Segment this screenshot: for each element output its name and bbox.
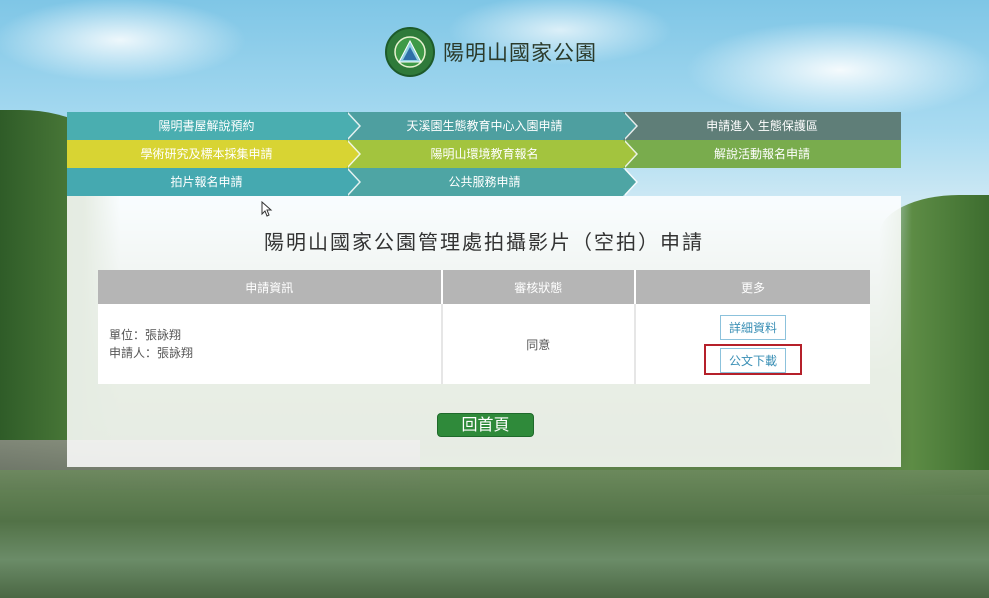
menu-item-environmental-education[interactable]: 陽明山環境教育報名 bbox=[346, 140, 638, 168]
menu-item-public-service[interactable]: 公共服務申請 bbox=[346, 168, 638, 196]
application-table: 申請資訊 審核狀態 更多 單位：張詠翔 申請人：張詠翔 同意 詳細資料 公文下載 bbox=[98, 270, 870, 384]
content-panel: 陽明山國家公園管理處拍攝影片（空拍）申請 申請資訊 審核狀態 更多 單位：張詠翔… bbox=[67, 196, 901, 467]
mouse-cursor-icon bbox=[261, 201, 273, 217]
menu-item-library-tour[interactable]: 陽明書屋解說預約 bbox=[67, 112, 361, 140]
menu-item-eco-protection-area[interactable]: 申請進入 生態保護區 bbox=[623, 112, 901, 140]
column-header-status: 審核狀態 bbox=[441, 270, 636, 304]
top-navigation-menu: 陽明書屋解說預約 天溪園生態教育中心入園申請 申請進入 生態保護區 學術研究及標… bbox=[67, 112, 901, 196]
status-cell: 同意 bbox=[441, 304, 636, 384]
column-header-info: 申請資訊 bbox=[98, 270, 443, 304]
menu-item-research-sampling[interactable]: 學術研究及標本採集申請 bbox=[67, 140, 361, 168]
menu-item-interpretation-activity[interactable]: 解說活動報名申請 bbox=[623, 140, 901, 168]
home-button[interactable]: 回首頁 bbox=[437, 413, 534, 437]
unit-text: 單位：張詠翔 bbox=[109, 328, 182, 342]
page-title: 陽明山國家公園管理處拍攝影片（空拍）申請 bbox=[264, 230, 704, 254]
highlight-box bbox=[703, 344, 802, 375]
application-info-cell: 單位：張詠翔 申請人：張詠翔 bbox=[98, 304, 443, 384]
background-water bbox=[0, 470, 989, 598]
applicant-text: 申請人：張詠翔 bbox=[109, 346, 194, 360]
column-header-more: 更多 bbox=[634, 270, 870, 304]
more-actions-cell: 詳細資料 公文下載 bbox=[634, 304, 870, 384]
table-row: 單位：張詠翔 申請人：張詠翔 同意 詳細資料 公文下載 bbox=[98, 304, 870, 384]
park-emblem-icon bbox=[385, 27, 435, 77]
detail-button[interactable]: 詳細資料 bbox=[719, 315, 786, 340]
site-logo[interactable]: 陽明山國家公園 bbox=[385, 27, 597, 77]
menu-item-tianxi-center[interactable]: 天溪園生態教育中心入園申請 bbox=[346, 112, 638, 140]
menu-item-filming-application[interactable]: 拍片報名申請 bbox=[67, 168, 361, 196]
site-logo-text: 陽明山國家公園 bbox=[443, 41, 597, 65]
